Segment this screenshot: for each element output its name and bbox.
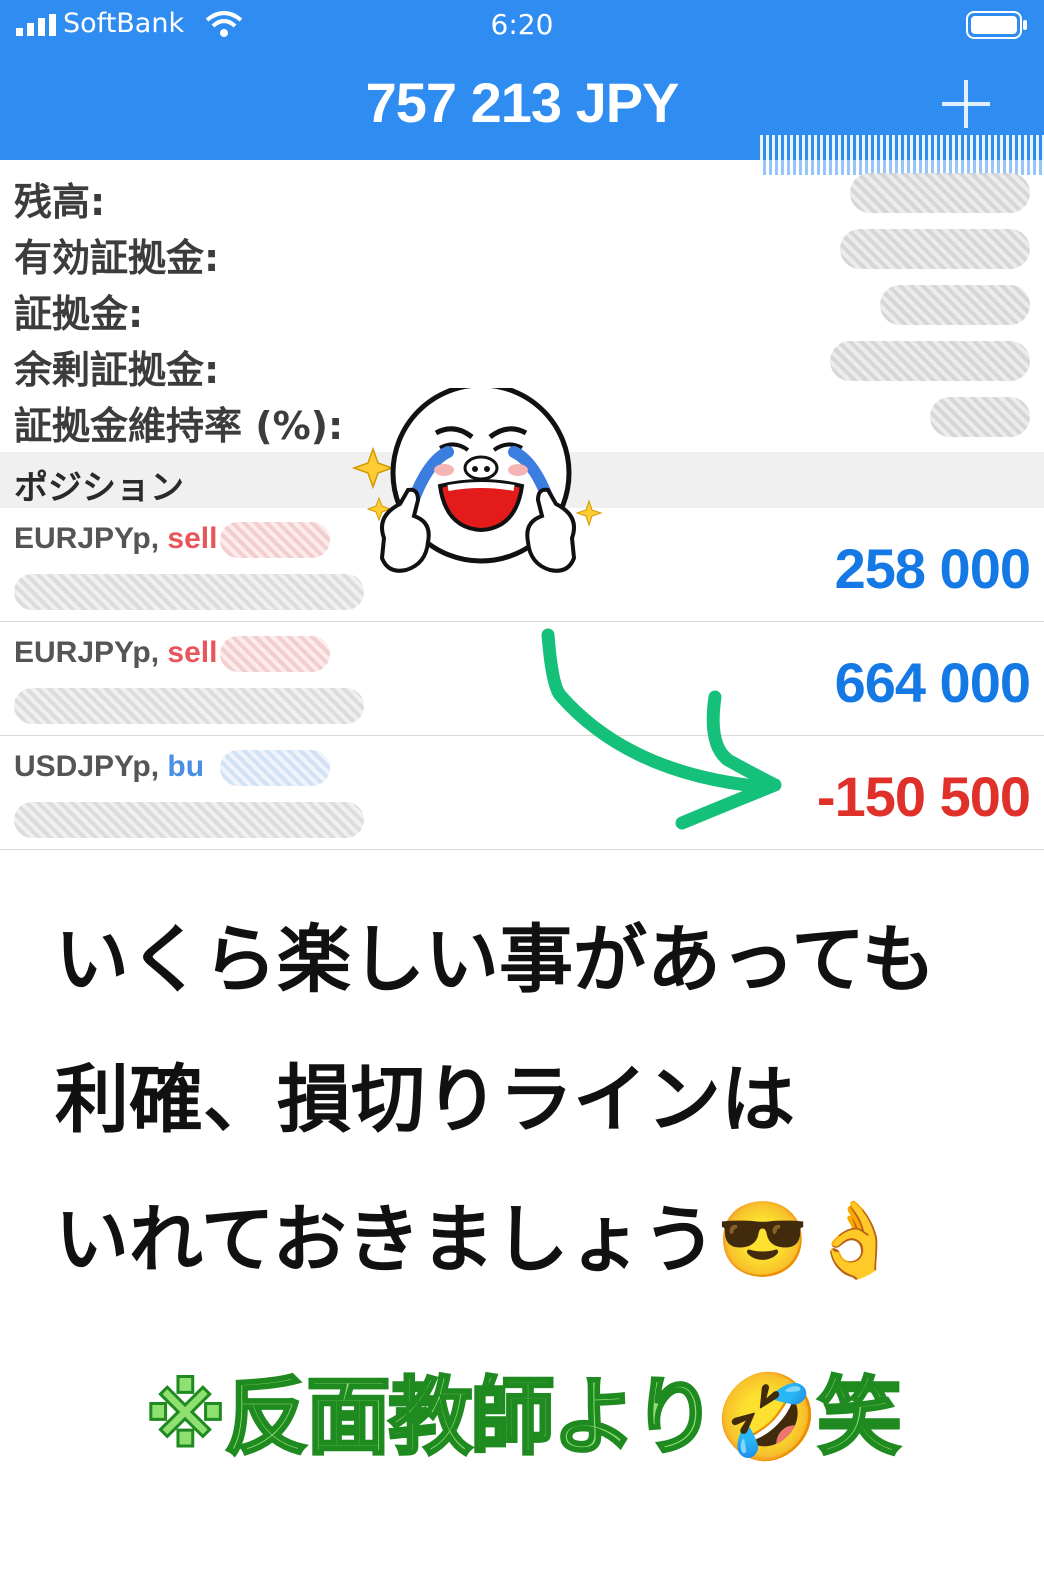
message-line-2: 利確、損切りラインは [55, 1057, 795, 1143]
position-symbol: EURJPYp, sell [14, 522, 218, 555]
position-symbol: EURJPYp, sell [14, 636, 218, 669]
plus-icon[interactable] [942, 80, 990, 128]
censored-volume [220, 750, 330, 786]
position-profit: -150 500 [816, 765, 1031, 828]
battery-icon [966, 11, 1027, 39]
position-side: sell [167, 522, 218, 555]
censored-value [850, 173, 1030, 213]
position-symbol: USDJPYp, bu [14, 750, 205, 783]
summary-row-balance: 残高: [0, 165, 1044, 224]
account-balance-title: 757 213 JPY [365, 71, 680, 134]
censored-value [930, 397, 1030, 437]
laughing-crying-face-sticker [351, 388, 603, 573]
censored-volume [220, 522, 330, 558]
censored-volume [220, 636, 330, 672]
censored-value [880, 285, 1030, 325]
message-line-3: いれておきましょう😎👌 [55, 1197, 901, 1283]
position-row[interactable]: EURJPYp, sell 664 000 [0, 622, 1044, 736]
summary-label: 残高: [14, 180, 106, 224]
censored-prices [14, 574, 364, 610]
position-profit: 664 000 [834, 651, 1031, 714]
position-profit: 258 000 [834, 537, 1031, 600]
summary-row-margin: 証拠金: [0, 277, 1044, 336]
summary-row-equity: 有効証拠金: [0, 221, 1044, 280]
censored-prices [14, 688, 364, 724]
message-line-1: いくら楽しい事があっても [55, 917, 936, 1003]
positions-section-label: ポジション [14, 468, 184, 508]
summary-label: 有効証拠金: [14, 236, 220, 280]
footer-caption: ※反面教師より🤣笑 [143, 1367, 903, 1468]
position-side: sell [167, 636, 218, 669]
censored-prices [14, 802, 364, 838]
position-side: bu [167, 750, 205, 783]
censored-value [840, 229, 1030, 269]
position-row[interactable]: USDJPYp, bu -150 500 [0, 736, 1044, 850]
green-arrow [541, 628, 782, 830]
status-time: 6:20 [490, 8, 554, 41]
summary-label: 証拠金: [14, 292, 144, 336]
censored-value [830, 341, 1030, 381]
status-bar: SoftBank 6:20 [0, 0, 1044, 52]
overlay-message: いくら楽しい事があっても 利確、損切りラインは いれておきましょう😎👌 [55, 915, 1015, 1335]
summary-row-free-margin: 余剰証拠金: [0, 333, 1044, 392]
summary-label: 証拠金維持率 (%): [14, 404, 344, 448]
summary-label: 余剰証拠金: [14, 348, 220, 392]
